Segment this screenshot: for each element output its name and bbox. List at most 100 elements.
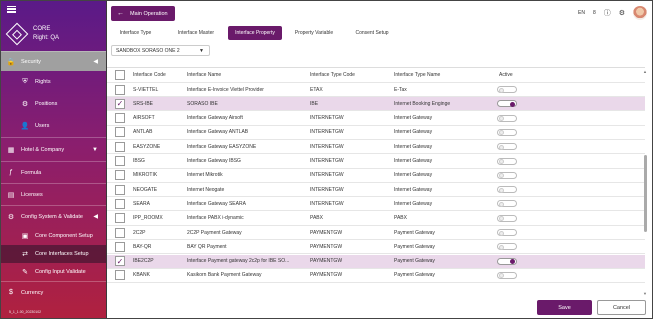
active-toggle[interactable]	[497, 229, 517, 236]
sidebar-item-users[interactable]: 👤 Users	[1, 115, 106, 137]
sidebar-item-label: Hotel & Company	[21, 146, 65, 153]
active-toggle[interactable]	[497, 214, 517, 222]
row-checkbox[interactable]	[115, 141, 125, 152]
active-toggle[interactable]	[497, 114, 517, 122]
language-selector[interactable]: EN	[578, 10, 585, 16]
table-row[interactable]: NEOGATE Internet Neogate INTERNETGW Interne…	[107, 183, 645, 198]
validate-icon: ✎	[22, 269, 28, 276]
row-checkbox[interactable]	[115, 270, 125, 281]
hotel-select[interactable]: SANDBOX SORASO ONE 2 ▼	[111, 45, 210, 56]
cancel-button[interactable]: Cancel	[597, 300, 646, 315]
active-toggle[interactable]	[497, 271, 517, 279]
table-row[interactable]: ANTLAB Interface Gateway ANTLAB INTERNETGW…	[107, 126, 645, 140]
header-type-code[interactable]: Interface Type Code	[310, 72, 390, 78]
row-checkbox[interactable]: ✓	[115, 98, 125, 109]
interface-type-name-cell: Internet Gateway	[394, 186, 433, 193]
table-row[interactable]: SEARA Interface Gateway SEARA INTERNETGW In…	[107, 197, 645, 212]
info-icon[interactable]: ⓘ	[604, 8, 611, 18]
table-row[interactable]: ✓ IBE2C2P Interface Payment gateway 2c2p f…	[107, 254, 645, 269]
active-toggle[interactable]	[497, 157, 517, 165]
row-checkbox[interactable]	[115, 113, 125, 124]
sidebar-item-core-component-setup[interactable]: ▣ Core Component Setup	[1, 227, 106, 245]
active-toggle[interactable]	[497, 171, 517, 179]
interface-type-name-cell: PABX	[394, 215, 407, 222]
tab-property-variable[interactable]: Property Variable	[282, 26, 346, 40]
hamburger-menu-icon[interactable]	[7, 5, 16, 13]
active-toggle[interactable]	[497, 100, 517, 108]
table-row[interactable]: IPP_ROOMX Interface PABX i-dynamic PABX PAB…	[107, 212, 645, 226]
sidebar-item-label: Core Component Setup	[35, 233, 93, 239]
sidebar-item-hotel-company[interactable]: ▦ Hotel & Company ▼	[1, 137, 106, 161]
sidebar-item-label: Config Input Validate	[35, 269, 86, 275]
sidebar-item-config-system[interactable]: ⚙ Config System & Validate ◀	[1, 205, 106, 227]
interface-icon: ⇄	[22, 251, 28, 258]
interface-type-code-cell: INTERNETGW	[310, 200, 344, 207]
table-row[interactable]: MIKROTIK Internet Mikrotik INTERNETGW Inter…	[107, 169, 645, 183]
table-row[interactable]: ✓ SRS-IBE SORASO IBE IBE Internet Booking En…	[107, 97, 645, 112]
interface-name-cell: Internet Mikrotik	[187, 172, 223, 179]
row-checkbox[interactable]	[115, 184, 125, 195]
active-toggle[interactable]	[497, 143, 517, 151]
scroll-thumb[interactable]	[643, 155, 647, 232]
sidebar-item-positions[interactable]: ⚙ Positions	[1, 93, 106, 115]
notification-count[interactable]: 8	[593, 10, 596, 16]
active-toggle[interactable]	[497, 257, 517, 265]
active-toggle[interactable]	[497, 200, 517, 208]
row-checkbox[interactable]	[115, 198, 125, 209]
sidebar-item-security[interactable]: 🔒 Security ◀	[1, 51, 106, 71]
interface-code-cell: EASYZONE	[133, 143, 161, 150]
toggle-knob	[499, 144, 504, 150]
interface-type-code-cell: INTERNETGW	[310, 172, 344, 179]
sidebar-item-config-input-validate[interactable]: ✎ Config Input Validate	[1, 263, 106, 281]
table-row[interactable]: AIRSOFT Interface Gateway Airsoft INTERNET…	[107, 112, 645, 126]
row-checkbox[interactable]	[115, 170, 125, 181]
row-checkbox[interactable]	[115, 241, 125, 252]
table-scrollbar[interactable]: ▲ ▼	[643, 67, 648, 298]
save-button[interactable]: Save	[537, 300, 592, 315]
interface-type-code-cell: PAYMENTGW	[310, 272, 343, 279]
select-all-checkbox[interactable]	[115, 70, 125, 80]
header-code[interactable]: Interface Code	[133, 72, 183, 78]
table-row[interactable]: BAY-QR BAY QR Payment PAYMENTGW Payment Gat…	[107, 240, 645, 255]
active-toggle[interactable]	[497, 128, 517, 136]
tab-interface-property[interactable]: Interface Property	[228, 26, 282, 40]
top-right-tools: EN 8 ⓘ ⚙	[578, 6, 647, 20]
interface-type-code-cell: PAYMENTGW	[310, 229, 343, 236]
avatar[interactable]	[633, 6, 647, 20]
header-active[interactable]: Active	[499, 72, 523, 78]
sidebar-item-core-interfaces-setup[interactable]: ⇄ Core Interfaces Setup	[1, 245, 106, 263]
active-toggle[interactable]	[497, 86, 517, 93]
main-operation-label: Main Operation	[130, 10, 168, 17]
tab-consent-setup[interactable]: Consent Setup	[346, 26, 398, 40]
table-row[interactable]: KBANK Kasikorn Bank Payment Gateway PAYMEN…	[107, 269, 645, 283]
scroll-down-icon[interactable]: ▼	[643, 291, 647, 296]
sidebar-item-licenses[interactable]: ▤ Licenses	[1, 183, 106, 205]
tab-interface-master[interactable]: Interface Master	[164, 26, 228, 40]
row-checkbox[interactable]: ✓	[115, 256, 125, 267]
active-toggle[interactable]	[497, 243, 517, 251]
gear-icon[interactable]: ⚙	[619, 9, 625, 17]
scroll-up-icon[interactable]: ▲	[643, 69, 647, 74]
table-row[interactable]: 2C2P 2C2P Payment Gateway PAYMENTGW Payment…	[107, 226, 645, 240]
tab-interface-type[interactable]: Interface Type	[107, 26, 164, 40]
header-type-name[interactable]: Interface Type Name	[394, 72, 494, 78]
row-checkbox[interactable]	[115, 127, 125, 138]
table-row[interactable]: EASYZONE Interface Gateway EASYZONE INTERN…	[107, 140, 645, 155]
interface-name-cell: 2C2P Payment Gateway	[187, 229, 242, 236]
table-row[interactable]: IBSG Interface Gateway IBSG INTERNETGW Inte…	[107, 155, 645, 169]
header-name[interactable]: Interface Name	[187, 72, 307, 78]
sidebar-item-formula[interactable]: ƒ Formula	[1, 161, 106, 183]
active-toggle[interactable]	[497, 186, 517, 194]
row-checkbox[interactable]	[115, 156, 125, 166]
row-checkbox[interactable]	[115, 227, 125, 238]
interface-type-code-cell: IBE	[310, 100, 319, 107]
toggle-knob	[499, 87, 504, 93]
interface-code-cell: IBSG	[133, 158, 145, 164]
table-header: Interface Code Interface Name Interface …	[107, 68, 645, 83]
table-row[interactable]: S-VIETTEL Interface E-Invoice Viettel Pro…	[107, 83, 645, 97]
row-checkbox[interactable]	[115, 84, 125, 95]
sidebar-item-currency[interactable]: $ Currency	[1, 281, 106, 303]
main-operation-button[interactable]: ← Main Operation	[111, 6, 175, 21]
sidebar-item-rights[interactable]: ⛨ Rights	[1, 71, 106, 93]
row-checkbox[interactable]	[115, 213, 125, 224]
